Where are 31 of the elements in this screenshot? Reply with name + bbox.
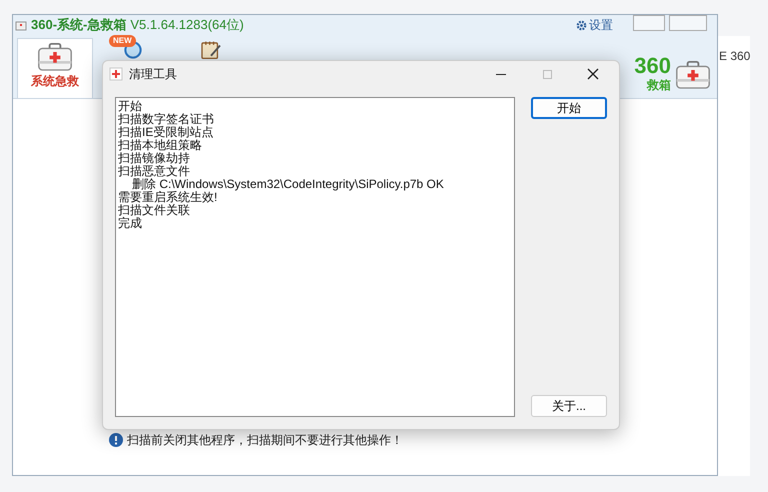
version-text: V5.1.64.1283(64位) bbox=[130, 16, 244, 34]
log-line: 扫描镜像劫持 bbox=[118, 152, 191, 165]
new-badge: NEW bbox=[109, 35, 136, 47]
medkit-icon bbox=[109, 67, 123, 81]
logo-text: 救箱 bbox=[647, 78, 671, 92]
notice-text: 扫描前关闭其他程序，扫描期间不要进行其他操作！ bbox=[127, 432, 403, 449]
settings-button[interactable]: 设置 bbox=[576, 16, 613, 34]
dialog-button[interactable]: 关于... bbox=[531, 395, 607, 417]
medkit-icon bbox=[37, 43, 73, 72]
side-window-text: E 360 bbox=[719, 48, 750, 64]
log-line: 扫描文件关联 bbox=[118, 204, 191, 217]
close-icon bbox=[587, 68, 599, 80]
log-line: 需要重启系统生效! bbox=[118, 191, 218, 204]
log-line: 扫描数字签名证书 bbox=[118, 113, 215, 126]
gear-icon bbox=[576, 20, 587, 30]
log-line: 开始 bbox=[118, 100, 143, 113]
window-title: 360-系统-急救箱 bbox=[31, 16, 126, 34]
medkit-icon bbox=[675, 61, 711, 90]
log-line: 完成 bbox=[118, 217, 143, 230]
info-icon bbox=[109, 433, 123, 447]
log-line: 扫描本地组策略 bbox=[118, 139, 203, 152]
notepad-icon bbox=[201, 41, 221, 59]
minimize-button[interactable] bbox=[633, 15, 665, 31]
log-line: 扫描恶意文件 bbox=[118, 165, 191, 178]
toolbar-tab[interactable]: NEW bbox=[95, 35, 171, 60]
log-line: 删除 C:\Windows\System32\CodeIntegrity\SiPolicy.p7b OK bbox=[132, 178, 445, 191]
dialog-title: 清理工具 bbox=[129, 66, 177, 83]
dialog-button[interactable]: 开始 bbox=[531, 97, 607, 119]
log-line: 扫描IE受限制站点 bbox=[118, 126, 214, 139]
toolbar-tab[interactable]: 系统急救 bbox=[17, 38, 93, 98]
logo-number: 360 bbox=[634, 54, 671, 78]
